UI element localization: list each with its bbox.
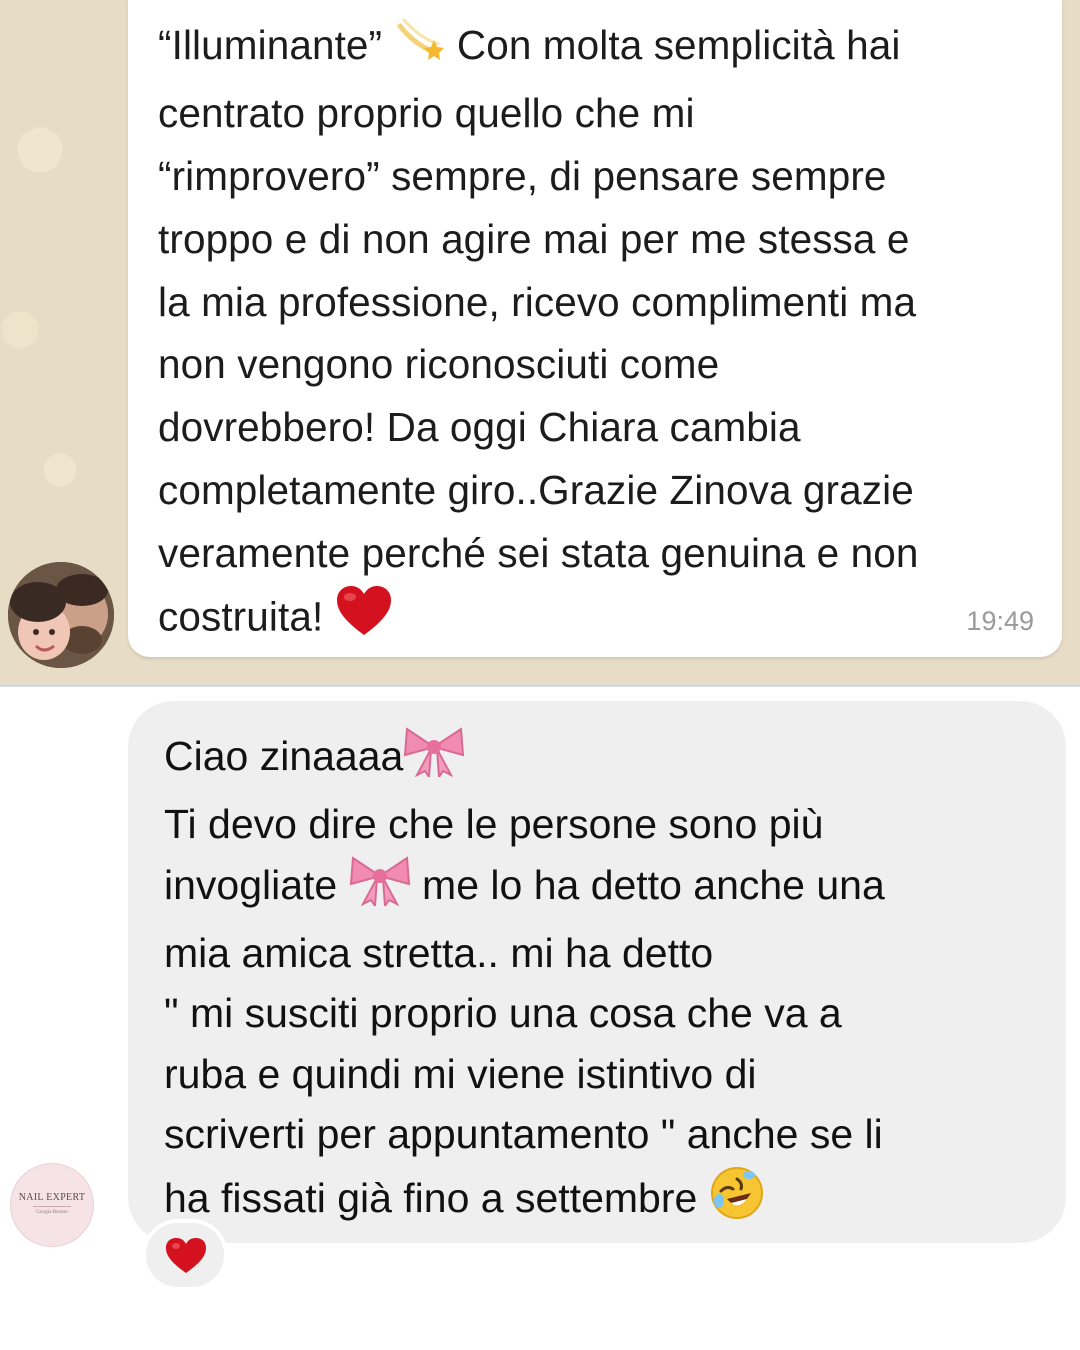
screenshot-collage: “Illuminante” Con molta semplicità hai c…	[0, 0, 1080, 1350]
message-line: veramente perché sei stata genuina e non	[158, 529, 919, 576]
message-line-text: costruita!	[158, 593, 324, 640]
message-line: “rimprovero” sempre, di pensare sempre	[158, 152, 887, 199]
message-line-text: me lo ha detto anche una	[422, 862, 885, 909]
message-line: costruita!	[158, 585, 1058, 655]
brand-logo-title: NAIL EXPERT	[18, 1192, 86, 1203]
message-line: scriverti per appuntamento " anche se li	[164, 1111, 883, 1157]
whatsapp-chat-section: “Illuminante” Con molta semplicità hai c…	[0, 0, 1080, 686]
message-line-text: invogliate	[164, 862, 338, 909]
message-line: invogliate me lo ha detto anche una	[164, 854, 1054, 923]
message-line-text: “Illuminante”	[158, 22, 383, 68]
message-line: ruba e quindi mi viene istintivo di	[164, 1050, 757, 1097]
message-line: mia amica stretta.. mi ha detto	[164, 929, 714, 976]
message-line: ha fissati già fino a settembre	[164, 1165, 1054, 1238]
divider	[33, 1206, 71, 1207]
red-heart-icon	[335, 585, 393, 655]
message-reaction[interactable]	[142, 1219, 228, 1291]
message-line: " mi susciti proprio una cosa che va a	[164, 990, 842, 1036]
message-line: non vengono riconosciuti come	[158, 341, 720, 388]
message-line: completamente giro..Grazie Zinova grazie	[158, 466, 914, 513]
message-line-text: ha fissati già fino a settembre	[164, 1174, 698, 1221]
red-heart-icon	[166, 1238, 206, 1273]
message-timestamp: 19:49	[966, 606, 1034, 636]
message-line-text: Con molta semplicità hai	[456, 22, 901, 68]
message-text: Ciao zinaaaa Ti devo dire che le persone…	[164, 725, 1054, 1237]
shooting-star-icon	[394, 14, 446, 82]
message-line: dovrebbero! Da oggi Chiara cambia	[158, 404, 801, 451]
message-text: “Illuminante” Con molta semplicità hai c…	[158, 14, 1058, 654]
message-line: la mia professione, ricevo complimenti m…	[158, 278, 917, 325]
message-line: “Illuminante” Con molta semplicità hai	[158, 14, 1058, 82]
message-line: Ciao zinaaaa	[164, 725, 1054, 794]
message-line: Ti devo dire che le persone sono più	[164, 800, 824, 847]
pink-ribbon-icon	[349, 854, 411, 923]
avatar[interactable]: NAIL EXPERT Giorgia Boretto	[10, 1163, 94, 1247]
message-line-text: Ciao zinaaaa	[164, 733, 404, 780]
chat-wallpaper	[0, 0, 120, 560]
avatar[interactable]	[8, 562, 114, 668]
instagram-dm-section: Ciao zinaaaa Ti devo dire che le persone…	[0, 687, 1080, 1350]
pink-ribbon-icon	[403, 725, 465, 794]
rolling-laughing-face-icon	[709, 1165, 765, 1238]
message-line: troppo e di non agire mai per me stessa …	[158, 215, 910, 262]
message-line: centrato proprio quello che mi	[158, 90, 695, 137]
brand-logo-subtitle: Giorgia Boretto	[36, 1210, 68, 1215]
